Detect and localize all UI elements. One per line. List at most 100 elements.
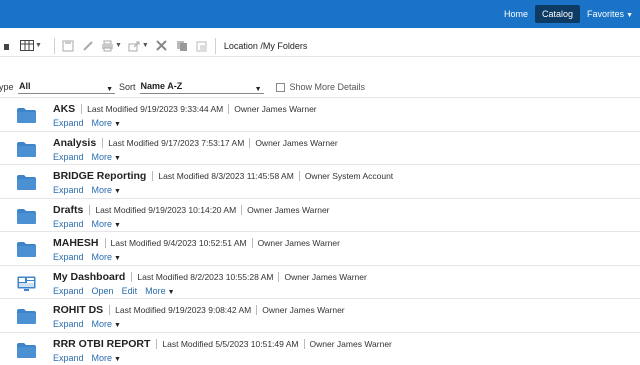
list-item: AKSLast Modified 9/19/2023 9:33:44 AMOwn… — [0, 97, 640, 131]
item-name[interactable]: AKS — [53, 103, 75, 115]
expand-link[interactable]: Expand — [53, 252, 84, 262]
chevron-down-icon: ▼ — [114, 188, 121, 195]
top-nav: Home Catalog Favorites▼ — [497, 4, 640, 24]
chevron-down-icon: ▼ — [142, 42, 149, 49]
nav-home-link[interactable]: Home — [497, 5, 535, 23]
item-owner: Owner James Warner — [241, 205, 329, 215]
paste-icon — [196, 40, 208, 52]
chevron-down-icon: ▼ — [114, 155, 121, 162]
list-item: ROHIT DS Last Modified 9/19/2023 9:08:42 … — [0, 298, 640, 332]
chevron-down-icon: ▼ — [114, 255, 121, 262]
open-link[interactable]: Open — [92, 286, 114, 296]
item-owner: Owner James Warner — [304, 339, 392, 349]
item-last-modified: Last Modified 9/19/2023 10:14:20 AM — [89, 205, 236, 215]
location-label: Location — [224, 41, 258, 51]
folder-icon[interactable] — [17, 175, 36, 190]
catalog-toolbar: ▼ ▼ ▼ Location /My Folders — [0, 35, 640, 57]
catalog-list: AKSLast Modified 9/19/2023 9:33:44 AMOwn… — [0, 97, 640, 365]
nav-favorites-menu[interactable]: Favorites▼ — [580, 5, 640, 23]
item-owner: Owner James Warner — [278, 272, 366, 282]
sort-label: Sort — [119, 82, 136, 92]
copy-icon — [176, 40, 188, 52]
folder-icon[interactable] — [17, 142, 36, 157]
new-icon — [4, 41, 10, 51]
expand-link[interactable]: Expand — [53, 152, 84, 162]
chevron-down-icon: ▼ — [106, 83, 113, 96]
chevron-down-icon: ▼ — [255, 83, 262, 96]
item-name[interactable]: MAHESH — [53, 237, 99, 249]
folder-icon[interactable] — [17, 242, 36, 257]
item-last-modified: Last Modified 8/2/2023 10:55:28 AM — [131, 272, 273, 282]
edit-button[interactable] — [81, 38, 95, 54]
more-label: More — [92, 118, 113, 128]
item-name[interactable]: Analysis — [53, 137, 96, 149]
paste-button[interactable] — [195, 38, 209, 54]
item-owner: Owner James Warner — [249, 138, 337, 148]
location-path: Location /My Folders — [224, 41, 308, 51]
export-icon — [128, 40, 141, 52]
type-select[interactable]: All ▼ — [18, 80, 115, 94]
more-label: More — [92, 353, 113, 363]
more-menu-link[interactable]: More▼ — [145, 286, 174, 296]
chevron-down-icon: ▼ — [114, 121, 121, 128]
chevron-down-icon: ▼ — [168, 289, 175, 296]
item-name[interactable]: BRIDGE Reporting — [53, 170, 146, 182]
expand-link[interactable]: Expand — [53, 219, 84, 229]
more-menu-link[interactable]: More▼ — [92, 118, 121, 128]
type-select-value: All — [19, 81, 31, 91]
expand-link[interactable]: Expand — [53, 185, 84, 195]
folder-icon[interactable] — [17, 209, 36, 224]
new-menu-button[interactable] — [0, 38, 14, 54]
item-owner: Owner System Account — [299, 171, 393, 181]
more-menu-link[interactable]: More▼ — [92, 185, 121, 195]
list-item: Drafts Last Modified 9/19/2023 10:14:20 A… — [0, 198, 640, 232]
list-item: BRIDGE ReportingLast Modified 8/3/2023 1… — [0, 164, 640, 198]
expand-link[interactable]: Expand — [53, 286, 84, 296]
toolbar-divider — [215, 38, 216, 54]
item-name[interactable]: Drafts — [53, 204, 83, 216]
item-name[interactable]: ROHIT DS — [53, 304, 103, 316]
item-owner: Owner James Warner — [228, 104, 316, 114]
nav-catalog-link[interactable]: Catalog — [535, 5, 580, 23]
folder-icon[interactable] — [17, 108, 36, 123]
expand-link[interactable]: Expand — [53, 118, 84, 128]
list-item: AnalysisLast Modified 9/17/2023 7:53:17 … — [0, 131, 640, 165]
more-menu-link[interactable]: More▼ — [92, 152, 121, 162]
upload-button[interactable] — [61, 38, 75, 54]
folder-icon[interactable] — [17, 343, 36, 358]
list-item: My Dashboard Last Modified 8/2/2023 10:55… — [0, 265, 640, 299]
more-menu-link[interactable]: More▼ — [92, 219, 121, 229]
chevron-down-icon: ▼ — [35, 42, 42, 49]
item-name[interactable]: My Dashboard — [53, 271, 125, 283]
edit-link[interactable]: Edit — [122, 286, 138, 296]
show-more-details-checkbox[interactable] — [276, 83, 285, 92]
type-label: ype — [0, 82, 18, 92]
expand-link[interactable]: Expand — [53, 319, 84, 329]
list-item: MAHESH Last Modified 9/4/2023 10:52:51 AM… — [0, 231, 640, 265]
print-menu-button[interactable]: ▼ — [101, 38, 122, 54]
expand-link[interactable]: Expand — [53, 353, 84, 363]
more-label: More — [92, 185, 113, 195]
sort-select[interactable]: Name A-Z ▼ — [140, 80, 264, 94]
more-menu-link[interactable]: More▼ — [92, 319, 121, 329]
table-view-icon — [20, 40, 34, 51]
folder-icon[interactable] — [17, 309, 36, 324]
copy-button[interactable] — [175, 38, 189, 54]
sort-select-value: Name A-Z — [141, 81, 183, 91]
close-icon — [156, 40, 167, 51]
view-menu-button[interactable]: ▼ — [20, 38, 42, 54]
top-nav-bar: Home Catalog Favorites▼ — [0, 0, 640, 28]
location-value[interactable]: /My Folders — [260, 41, 307, 51]
more-menu-link[interactable]: More▼ — [92, 252, 121, 262]
dashboard-icon[interactable] — [17, 276, 36, 291]
item-last-modified: Last Modified 9/19/2023 9:08:42 AM — [109, 305, 251, 315]
share-menu-button[interactable]: ▼ — [128, 38, 149, 54]
more-menu-link[interactable]: More▼ — [92, 353, 121, 363]
delete-button[interactable] — [155, 38, 169, 54]
archive-icon — [62, 40, 74, 52]
pencil-icon — [82, 40, 94, 52]
item-name[interactable]: RRR OTBI REPORT — [53, 338, 150, 350]
show-more-details-label[interactable]: Show More Details — [290, 82, 366, 92]
item-last-modified: Last Modified 9/4/2023 10:52:51 AM — [105, 238, 247, 248]
printer-icon — [101, 40, 114, 52]
